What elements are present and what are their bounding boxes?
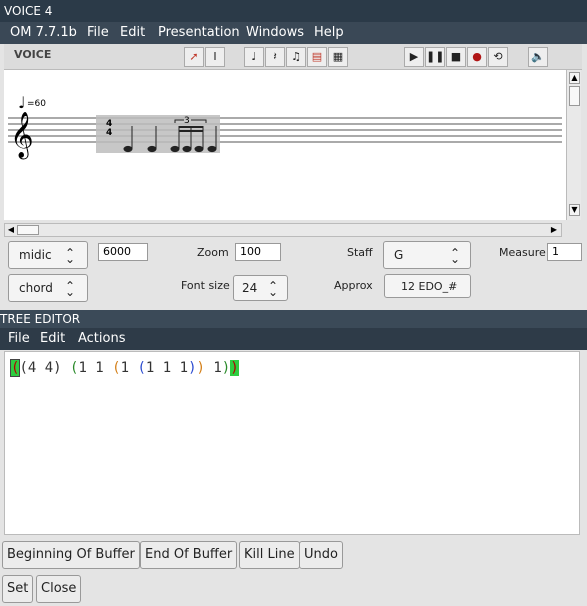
hscroll-thumb[interactable] [17,225,39,235]
code-paren: ) [196,360,205,376]
scroll-up-icon[interactable]: ▲ [569,72,580,84]
code-token: (4 4) [19,360,71,376]
score-view[interactable]: ♩ =60 𝄞 4 4 3 [4,70,566,220]
close-button[interactable]: Close [36,575,82,603]
horizontal-scrollbar[interactable]: ◀ ▶ [4,223,562,237]
tree-menu-bar: File Edit Actions [0,328,587,350]
tree-title: TREE EDITOR [0,310,587,328]
note-icon[interactable]: ♩ [244,47,264,67]
text-cursor-tool-icon[interactable]: I [205,47,225,67]
staff-svg: ♩ =60 𝄞 4 4 3 [8,93,562,160]
fontsize-select-value: 24 [242,281,258,295]
approx-button[interactable]: 12 EDO_# [384,274,471,298]
toolbar-label: VOICE [14,48,52,61]
code-token: 1 [120,360,138,376]
stop-icon[interactable]: ■ [446,47,466,67]
fontsize-label: Font size [181,279,230,292]
midic-value-input[interactable]: 6000 [98,243,148,261]
loop-icon[interactable]: ⟲ [488,47,508,67]
menu-bar: OM 7.7.1b File Edit Presentation Windows… [0,22,587,44]
note-head[interactable] [207,145,217,153]
beginning-of-buffer-button[interactable]: Beginning Of Buffer [2,541,140,569]
kill-line-button[interactable]: Kill Line [239,541,300,569]
approx-value: 12 EDO_# [401,280,458,293]
note-head[interactable] [170,145,180,153]
time-signature-bottom: 4 [106,128,112,138]
play-icon[interactable]: ▶ [404,47,424,67]
treble-clef-icon: 𝄞 [10,112,34,160]
menu-file[interactable]: File [87,22,109,44]
tree-menu-edit[interactable]: Edit [40,328,65,350]
code-paren: ( [137,360,146,376]
undo-button[interactable]: Undo [299,541,343,569]
scroll-right-icon[interactable]: ▶ [549,225,559,235]
chord-select[interactable]: chord ⌃ ⌄ [8,274,88,302]
menu-edit[interactable]: Edit [120,22,145,44]
record-icon[interactable]: ● [467,47,487,67]
set-button[interactable]: Set [2,575,34,603]
voice-icon[interactable]: ▦ [328,47,348,67]
note-head[interactable] [123,145,133,153]
midic-select-label: midic [19,248,52,262]
rest-icon[interactable]: 𝄽 [265,47,285,67]
tuplet-number: 3 [184,116,190,126]
group-icon[interactable]: ♫ [286,47,306,67]
updown-icon: ⌄ [450,252,461,266]
staff-label: Staff [347,246,373,259]
chord-select-label: chord [19,281,53,295]
measure-input[interactable]: 1 [547,243,582,261]
measure-icon[interactable]: ▤ [307,47,327,67]
end-of-buffer-button[interactable]: End Of Buffer [140,541,238,569]
code-token: 1 1 1 [145,360,189,376]
updown-icon: ⌄ [65,252,76,266]
menu-presentation[interactable]: Presentation [158,22,240,44]
updown-icon: ⌄ [65,285,76,299]
vertical-scrollbar[interactable]: ▲ ▼ [566,70,581,220]
note-head[interactable] [147,145,157,153]
tree-code-editor[interactable]: ((4 4) (1 1 (1 (1 1 1)) 1)) [4,351,580,535]
staff-lines [8,117,562,143]
window-title: VOICE 4 [0,0,587,22]
zoom-input[interactable]: 100 [235,243,281,261]
tree-code[interactable]: ((4 4) (1 1 (1 (1 1 1)) 1)) [9,359,239,377]
voice-window: VOICE 4 OM 7.7.1b File Edit Presentation… [0,0,587,310]
fontsize-select[interactable]: 24 ⌃ ⌄ [233,275,288,301]
updown-icon: ⌄ [268,285,279,299]
scroll-thumb[interactable] [569,86,580,106]
zoom-label: Zoom [197,246,229,259]
tempo-note-icon: ♩ [18,93,26,112]
menu-help[interactable]: Help [314,22,344,44]
code-paren: ) [230,360,239,376]
note-head[interactable] [182,145,192,153]
scroll-left-icon[interactable]: ◀ [6,225,16,235]
staff-select[interactable]: G ⌃ ⌄ [383,241,471,269]
code-paren: ( [112,360,121,376]
tree-menu-actions[interactable]: Actions [78,328,126,350]
speaker-icon[interactable]: 🔈 [528,47,548,67]
tree-editor-window: TREE EDITOR File Edit Actions ( (4 4) (1 … [0,310,587,606]
midic-select[interactable]: midic ⌃ ⌄ [8,241,88,269]
tree-menu-file[interactable]: File [8,328,30,350]
code-paren: ) [188,360,197,376]
staff-select-value: G [394,248,404,262]
tempo-label: =60 [27,99,46,109]
code-paren: ) [221,360,231,376]
code-token: 1 [204,360,222,376]
menu-app[interactable]: OM 7.7.1b [10,22,77,44]
menu-windows[interactable]: Windows [246,22,304,44]
arrow-tool-icon[interactable]: ➚ [184,47,204,67]
scroll-down-icon[interactable]: ▼ [569,204,580,216]
note-head[interactable] [194,145,204,153]
pause-icon[interactable]: ❚❚ [425,47,445,67]
measure-label: Measure [499,246,546,259]
approx-label: Approx [334,279,373,292]
voice-toolbar: VOICE ➚ I ♩ 𝄽 ♫ ▤ ▦ ▶ ❚❚ ■ ● ⟲ 🔈 [4,44,582,70]
code-token: 1 1 [78,360,113,376]
